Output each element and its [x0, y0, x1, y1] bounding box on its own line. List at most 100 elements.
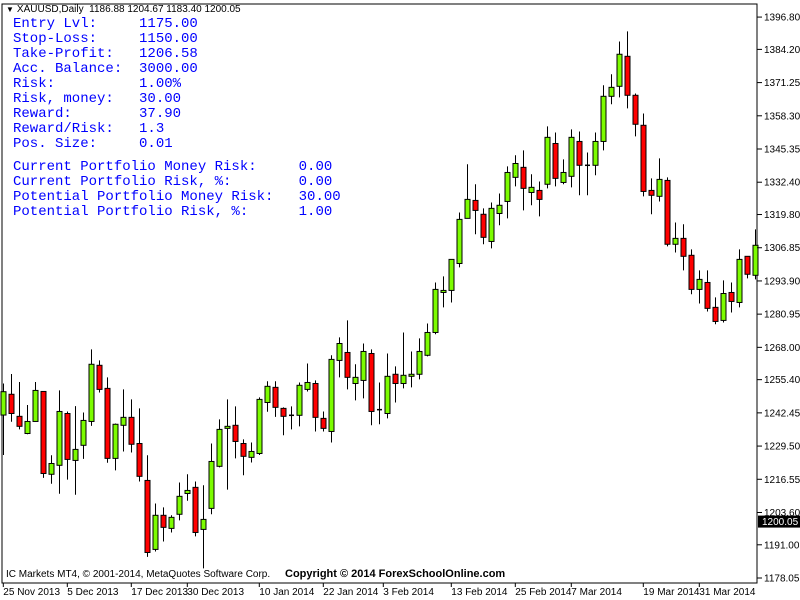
candle-body-up	[112, 423, 119, 459]
x-tick-label: 19 Mar 2014	[643, 587, 700, 598]
panel-label: Entry Lvl:	[13, 16, 98, 32]
position-size-panel: Entry Lvl: 1175.00 Stop-Loss: 1150.00 Take-P…	[13, 17, 341, 220]
panel-row: Reward/Risk: 1.3	[13, 122, 341, 137]
panel-row: Stop-Loss: 1150.00	[13, 32, 341, 47]
panel-value: 1206.58	[139, 46, 198, 62]
candle-body-up	[120, 416, 127, 426]
x-tick-label: 22 Jan 2014	[323, 587, 378, 598]
candle-body-up	[184, 489, 191, 495]
panel-value: 37.90	[139, 106, 182, 122]
panel-row: Risk: 1.00%	[13, 77, 341, 92]
candle	[256, 397, 263, 456]
x-tick-label: 13 Feb 2014	[451, 587, 508, 598]
candle-body-down	[392, 373, 399, 385]
panel-label: Pos. Size:	[13, 136, 98, 152]
candle-body-down	[136, 443, 143, 477]
y-tick-label: 1255.40	[764, 375, 800, 386]
candle-body-up	[512, 162, 519, 178]
chart-header: ▼ XAUUSD,Daily 1186.88 1204.67 1183.40 12…	[6, 4, 241, 15]
panel-label: Potential Portfolio Money Risk:	[13, 189, 274, 205]
y-tick-label: 1268.00	[764, 343, 800, 354]
candle-body-down	[688, 254, 695, 290]
panel-value: 1.00	[298, 204, 333, 220]
panel-value: 1175.00	[139, 16, 198, 32]
candle-body-up	[152, 514, 159, 550]
panel-value: 1.00%	[139, 76, 182, 92]
candle-body-up	[696, 278, 703, 290]
candle-body-up	[400, 374, 407, 385]
candle	[640, 113, 647, 197]
panel-label: Take-Profit:	[13, 46, 114, 62]
site-copyright: Copyright © 2014 ForexSchoolOnline.com	[285, 568, 506, 580]
candle	[104, 377, 111, 463]
y-tick-label: 1345.35	[764, 145, 800, 156]
candle-body-up	[248, 450, 255, 458]
candle-body-down	[272, 386, 279, 408]
panel-value: 1150.00	[139, 31, 198, 47]
candle-body-up	[264, 385, 271, 403]
panel-value: 0.01	[139, 136, 173, 152]
candle	[192, 481, 199, 537]
y-tick-label: 1191.00	[764, 540, 800, 551]
candle-body-up	[296, 384, 303, 416]
candle-body-up	[32, 389, 39, 422]
candle	[488, 202, 495, 249]
candle-body-down	[40, 390, 47, 475]
x-tick-label: 5 Dec 2013	[67, 587, 119, 598]
candle-body-down	[704, 281, 711, 309]
candle-body-down	[8, 393, 15, 415]
candle-body-down	[536, 189, 543, 200]
panel-value: 0.00	[298, 159, 333, 175]
x-tick-label: 25 Nov 2013	[3, 587, 60, 598]
candle-body-down	[104, 387, 111, 459]
candle-body-down	[480, 213, 487, 238]
candle-body-up	[616, 53, 623, 87]
y-tick-label: 1242.45	[764, 408, 800, 419]
y-tick-label: 1178.05	[764, 573, 800, 584]
candle-body-up	[360, 350, 367, 381]
panel-value: 30.00	[139, 91, 182, 107]
candle-body-up	[88, 363, 95, 422]
candle-body-up	[608, 86, 615, 97]
x-tick-label: 7 Mar 2014	[571, 587, 622, 598]
candle-body-up	[496, 204, 503, 214]
panel-row: Potential Portfolio Money Risk: 30.00	[13, 190, 341, 205]
candle-body-up	[416, 350, 423, 375]
x-tick-label: 3 Feb 2014	[383, 587, 434, 598]
candle-body-down	[712, 306, 719, 322]
candle-body-up	[216, 428, 223, 467]
candle	[688, 249, 695, 295]
panel-label: Reward/Risk:	[13, 121, 114, 137]
x-tick-label: 30 Dec 2013	[187, 587, 244, 598]
panel-row: Risk, money: 30.00	[13, 92, 341, 107]
candle-body-up	[304, 381, 311, 390]
candle-body-up	[672, 237, 679, 245]
candle-body-up	[384, 375, 391, 415]
candle-body-up	[424, 331, 431, 356]
symbol-label: XAUUSD,Daily	[16, 4, 84, 15]
candle-body-down	[680, 237, 687, 257]
candle-body-up	[352, 376, 359, 385]
panel-label: Current Portfolio Money Risk:	[13, 159, 257, 175]
candle-body-up	[328, 358, 335, 432]
candle-body-up	[432, 288, 439, 333]
candle-body-down	[64, 413, 71, 460]
candle-body-up	[592, 140, 599, 166]
panel-row: Reward: 37.90	[13, 107, 341, 122]
panel-label: Stop-Loss:	[13, 31, 98, 47]
candle-body-up	[528, 186, 535, 193]
price-axis: 1396.80 1384.20 1371.25 1358.30 1345.35 1332.…	[757, 13, 800, 584]
panel-value: 30.00	[298, 189, 341, 205]
candle-body-down	[744, 255, 751, 275]
candle-body-up	[176, 495, 183, 515]
current-price-marker: 1200.05	[758, 515, 800, 528]
y-tick-label: 1384.20	[764, 45, 800, 56]
candle-body-down	[344, 351, 351, 378]
dropdown-triangle-icon[interactable]: ▼	[6, 5, 14, 14]
candle-body-up	[600, 95, 607, 142]
x-tick-label: 25 Feb 2014	[515, 587, 572, 598]
candle-body-down	[240, 443, 247, 457]
y-tick-label: 1306.85	[764, 243, 800, 254]
candle-body-down	[320, 417, 327, 429]
candle-body-down	[232, 424, 239, 442]
